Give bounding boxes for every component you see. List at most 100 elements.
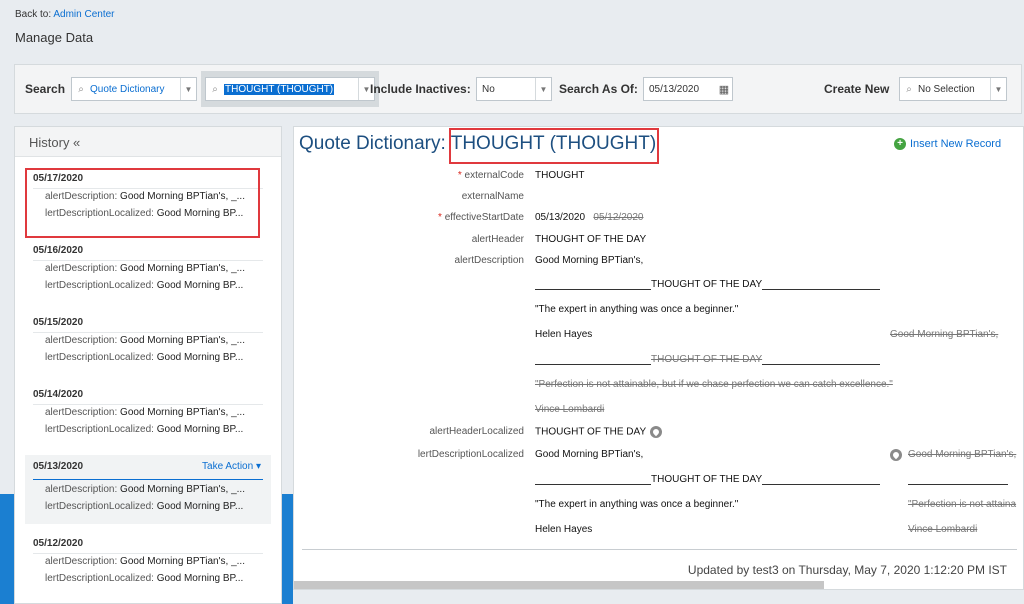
search-icon: ⌕ <box>212 83 218 95</box>
object-type-value: Quote Dictionary <box>90 83 165 95</box>
field-label: * effectiveStartDate <box>438 212 524 223</box>
take-action-menu[interactable]: Take Action ▾ <box>202 461 261 472</box>
create-new-select[interactable]: ⌕ No Selection ▼ <box>899 77 1007 101</box>
annotation-highlight-box <box>449 128 659 164</box>
history-value: Good Morning BPTian's, _... <box>120 407 245 418</box>
field-label: lertDescriptionLocalized <box>417 449 524 460</box>
history-value: Good Morning BP... <box>156 280 244 291</box>
history-item[interactable]: 05/14/2020 alertDescription: Good Mornin… <box>25 383 271 447</box>
history-value: Good Morning BPTian's, _... <box>120 484 245 495</box>
chevron-down-icon[interactable]: ▼ <box>990 78 1006 100</box>
old-value: THOUGHT OF THE DAY <box>535 354 881 365</box>
history-value: Good Morning BPTian's, _... <box>120 263 245 274</box>
effective-start-date-value: 05/13/2020 05/12/2020 <box>535 212 644 223</box>
plus-icon: + <box>894 138 906 150</box>
alert-description-heading: THOUGHT OF THE DAY <box>535 279 881 290</box>
field-label: alertHeaderLocalized <box>429 426 524 437</box>
history-item-selected[interactable]: 05/13/2020 Take Action ▾ alertDescriptio… <box>25 455 271 524</box>
insert-new-record-link[interactable]: + Insert New Record <box>894 138 1001 150</box>
object-value-select[interactable]: ⌕ THOUGHT (THOUGHT) ▼ <box>205 77 375 101</box>
insert-new-record-label: Insert New Record <box>910 138 1002 150</box>
history-key: lertDescriptionLocalized: <box>45 280 154 291</box>
page-title: Manage Data <box>15 30 94 45</box>
search-label: Search <box>25 82 66 96</box>
alert-description-localized-heading: THOUGHT OF THE DAY <box>535 474 881 485</box>
old-value: 05/12/2020 <box>593 212 644 223</box>
history-key: lertDescriptionLocalized: <box>45 501 154 512</box>
history-value: Good Morning BPTian's, _... <box>120 556 245 567</box>
history-key: lertDescriptionLocalized: <box>45 424 154 435</box>
take-action-label: Take Action <box>202 461 254 472</box>
record-panel: Quote Dictionary: THOUGHT (THOUGHT) + In… <box>293 126 1024 590</box>
alert-description-localized-greeting: Good Morning BPTian's, <box>535 449 644 460</box>
history-item[interactable]: 05/12/2020 alertDescription: Good Mornin… <box>25 532 271 596</box>
field-label: alertDescription <box>454 255 524 266</box>
history-key: lertDescriptionLocalized: <box>45 352 154 363</box>
history-key: alertDescription: <box>45 484 118 495</box>
include-inactives-value: No <box>482 83 495 95</box>
annotation-highlight-box <box>25 168 260 238</box>
history-item[interactable]: 05/16/2020 alertDescription: Good Mornin… <box>25 239 271 303</box>
alert-description-greeting: Good Morning BPTian's, <box>535 255 644 266</box>
record-title-prefix: Quote Dictionary: <box>299 133 446 154</box>
globe-icon[interactable] <box>650 426 663 438</box>
globe-icon[interactable] <box>890 449 902 461</box>
history-key: alertDescription: <box>45 335 118 346</box>
caret-down-icon: ▾ <box>255 461 261 472</box>
old-value: Vince Lombardi <box>908 524 978 535</box>
include-inactives-select[interactable]: No ▼ <box>476 77 552 101</box>
search-as-of-value: 05/13/2020 <box>649 83 700 95</box>
alert-header-value: THOUGHT OF THE DAY <box>535 234 647 245</box>
top-bar: Back to: Admin Center Manage Data <box>0 0 1024 60</box>
horizontal-scrollbar[interactable] <box>294 581 824 589</box>
search-as-of-date-field[interactable]: 05/13/2020 ▦ <box>643 77 733 101</box>
history-item[interactable]: 05/15/2020 alertDescription: Good Mornin… <box>25 311 271 375</box>
field-label: * externalCode <box>457 170 524 181</box>
old-value-line <box>908 474 1008 485</box>
selected-divider <box>33 479 263 480</box>
chevron-down-icon[interactable]: ▼ <box>535 78 551 100</box>
external-code-value: THOUGHT <box>535 170 585 181</box>
old-value: Good Morning BPTian's, <box>908 449 1017 460</box>
history-key: lertDescriptionLocalized: <box>45 573 154 584</box>
search-as-of-label: Search As Of: <box>559 82 638 96</box>
alert-description-author: Helen Hayes <box>535 329 593 340</box>
field-label: alertHeader <box>471 234 524 245</box>
search-icon: ⌕ <box>78 83 84 95</box>
chevron-down-icon[interactable]: ▼ <box>180 78 196 100</box>
history-key: alertDescription: <box>45 407 118 418</box>
history-title[interactable]: History « <box>15 127 281 157</box>
create-new-value: No Selection <box>918 83 975 95</box>
include-inactives-label: Include Inactives: <box>370 82 471 96</box>
back-link-area: Back to: Admin Center <box>15 9 115 20</box>
history-value: Good Morning BP... <box>156 501 244 512</box>
old-value: "Perfection is not attainable, but if we… <box>535 379 893 390</box>
background-decoration <box>0 494 14 604</box>
alert-description-quote: "The expert in anything was once a begin… <box>535 304 739 315</box>
admin-center-link[interactable]: Admin Center <box>53 9 114 20</box>
old-value: Good Morning BPTian's, <box>890 329 999 340</box>
calendar-icon[interactable]: ▦ <box>716 83 732 96</box>
alert-header-localized-value: THOUGHT OF THE DAY <box>535 426 663 438</box>
history-value: Good Morning BPTian's, _... <box>120 335 245 346</box>
history-key: alertDescription: <box>45 556 118 567</box>
history-key: alertDescription: <box>45 263 118 274</box>
history-date: 05/14/2020 <box>33 389 263 405</box>
history-value: Good Morning BP... <box>156 424 244 435</box>
old-value: Vince Lombardi <box>535 404 605 415</box>
old-value: "Perfection is not attaina <box>908 499 1017 510</box>
history-date: 05/15/2020 <box>33 317 263 333</box>
alert-description-localized-author: Helen Hayes <box>535 524 593 535</box>
object-value-text: THOUGHT (THOUGHT) <box>224 83 335 95</box>
history-value: Good Morning BP... <box>156 352 244 363</box>
field-label: externalName <box>461 191 524 202</box>
divider <box>302 549 1017 550</box>
object-type-select[interactable]: ⌕ Quote Dictionary ▼ <box>71 77 197 101</box>
updated-by-text: Updated by test3 on Thursday, May 7, 202… <box>687 563 1007 577</box>
search-icon: ⌕ <box>906 83 912 95</box>
back-prefix: Back to: <box>15 9 52 20</box>
create-new-label: Create New <box>824 82 890 96</box>
history-date: 05/12/2020 <box>33 538 263 554</box>
background-decoration <box>282 494 293 604</box>
history-date: 05/16/2020 <box>33 245 263 261</box>
